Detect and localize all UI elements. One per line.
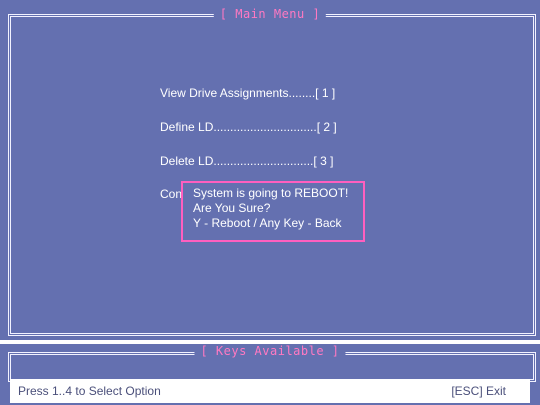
menu-item-dots: ............................... — [213, 120, 317, 134]
bios-screen: [ Main Menu ] View Drive Assignments....… — [0, 0, 540, 405]
menu-item-dots: ........ — [288, 86, 316, 100]
menu-item-key: [ 2 ] — [316, 120, 337, 134]
menu-item-label: Delete LD — [160, 154, 214, 168]
esc-exit-key[interactable]: [ESC] Exit — [451, 384, 506, 398]
dialog-line-options: Y - Reboot / Any Key - Back — [193, 216, 342, 230]
main-menu-panel: [ Main Menu ] View Drive Assignments....… — [0, 0, 540, 340]
main-menu-title: [ Main Menu ] — [213, 7, 327, 21]
menu-item-define-ld[interactable]: Define LD...............................… — [160, 120, 337, 134]
dialog-line-question: Are You Sure? — [193, 201, 271, 215]
status-bar: Press 1..4 to Select Option [ESC] Exit — [10, 379, 530, 403]
menu-item-view-drive-assignments[interactable]: View Drive Assignments........[ 1 ] — [160, 86, 335, 100]
menu-item-key: [ 1 ] — [315, 86, 336, 100]
menu-item-label: View Drive Assignments — [160, 86, 289, 100]
dialog-line-warning: System is going to REBOOT! — [193, 186, 349, 200]
menu-item-key: [ 3 ] — [313, 154, 334, 168]
main-menu-frame — [8, 14, 536, 336]
menu-item-dots: .............................. — [213, 154, 314, 168]
menu-item-label: Define LD — [160, 120, 214, 134]
keys-available-panel: [ Keys Available ] Press 1..4 to Select … — [0, 344, 540, 405]
status-hint: Press 1..4 to Select Option — [18, 384, 161, 398]
reboot-confirm-dialog[interactable]: System is going to REBOOT! Are You Sure?… — [181, 181, 365, 242]
menu-item-delete-ld[interactable]: Delete LD..............................[… — [160, 154, 333, 168]
keys-panel-title: [ Keys Available ] — [194, 344, 346, 358]
menu-item-label: Con — [160, 187, 183, 201]
menu-item-controller[interactable]: Con — [160, 187, 182, 201]
